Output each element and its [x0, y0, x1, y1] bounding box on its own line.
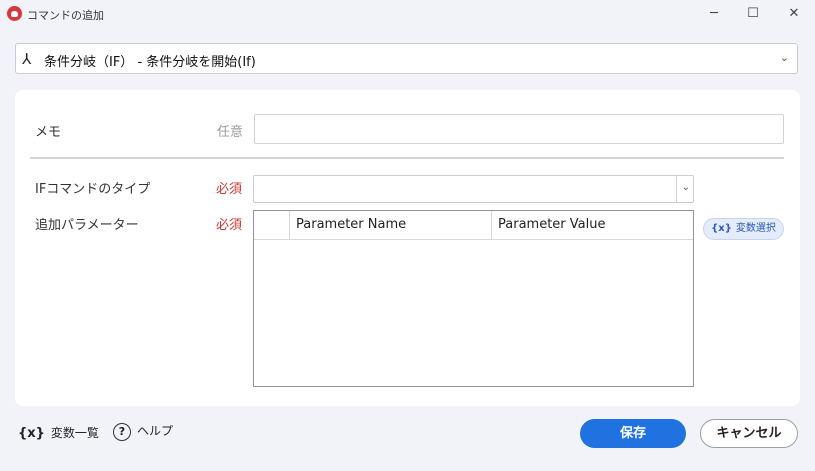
- command-label: 条件分岐（IF） - 条件分岐を開始(If): [44, 55, 256, 70]
- variable-list-link[interactable]: {x} 変数一覧: [18, 424, 99, 441]
- divider: [30, 157, 784, 159]
- grid-header-select: [254, 211, 290, 239]
- help-icon: ?: [113, 422, 131, 441]
- chevron-down-icon: ⌄: [779, 51, 789, 64]
- memo-optional-tag: 任意: [217, 125, 244, 140]
- memo-input[interactable]: [254, 114, 784, 144]
- if-type-required-tag: 必須: [216, 182, 243, 197]
- if-type-select[interactable]: ⌄: [253, 175, 694, 203]
- minimize-button[interactable]: ─: [699, 3, 729, 25]
- variable-icon: {x}: [711, 223, 732, 234]
- maximize-button[interactable]: ☐: [738, 3, 768, 25]
- variable-select-button[interactable]: {x} 変数選択: [703, 218, 784, 240]
- help-label: ヘルプ: [137, 424, 174, 438]
- title-bar: コマンドの追加 ─ ☐ ✕: [0, 0, 815, 28]
- variable-icon: {x}: [18, 426, 45, 441]
- grid-header-value[interactable]: Parameter Value: [492, 211, 693, 239]
- settings-panel: メモ 任意 IFコマンドのタイプ 必須 ⌄ 追加パラメーター 必須 Parame…: [15, 90, 800, 406]
- memo-label: メモ: [35, 125, 62, 140]
- window-title: コマンドの追加: [27, 9, 104, 22]
- close-button[interactable]: ✕: [779, 3, 809, 25]
- variable-list-label: 変数一覧: [50, 426, 99, 440]
- if-type-label: IFコマンドのタイプ: [35, 182, 151, 197]
- grid-header: Parameter Name Parameter Value: [254, 211, 693, 240]
- parameter-grid[interactable]: Parameter Name Parameter Value: [253, 210, 694, 387]
- grid-header-name[interactable]: Parameter Name: [290, 211, 492, 239]
- cancel-button[interactable]: キャンセル: [700, 419, 798, 448]
- params-label: 追加パラメーター: [35, 218, 139, 233]
- params-required-tag: 必須: [216, 218, 243, 233]
- command-select[interactable]: ⅄ 条件分岐（IF） - 条件分岐を開始(If) ⌄: [15, 43, 798, 74]
- chevron-down-icon: ⌄: [681, 182, 690, 193]
- help-link[interactable]: ? ヘルプ: [113, 422, 173, 441]
- app-icon: [7, 6, 22, 21]
- save-button[interactable]: 保存: [580, 419, 686, 448]
- select-separator: [676, 176, 677, 202]
- branch-icon: ⅄: [22, 50, 32, 68]
- variable-select-label: 変数選択: [735, 223, 776, 234]
